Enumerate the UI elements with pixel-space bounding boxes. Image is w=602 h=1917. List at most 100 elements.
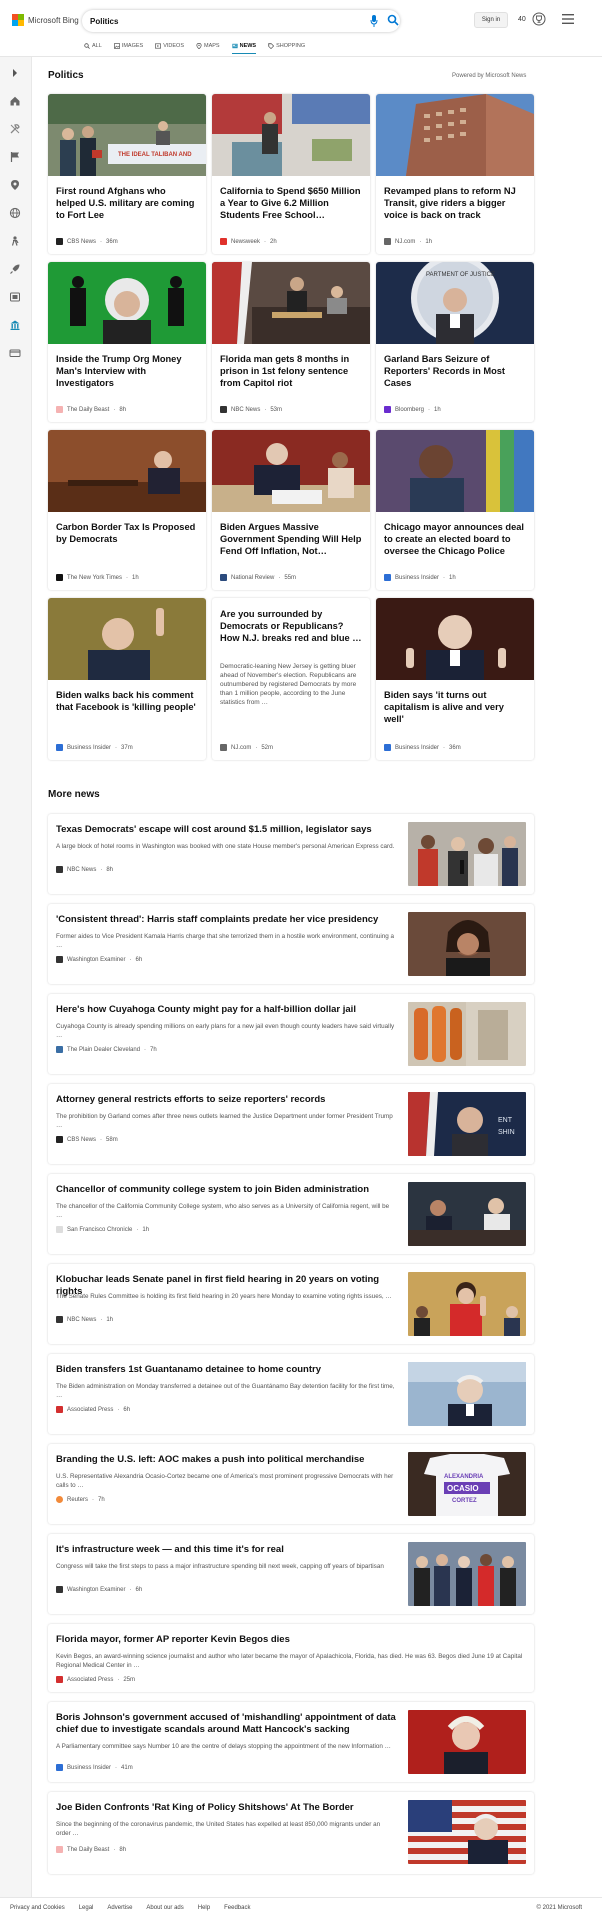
news-snippet: Kevin Begos, an award-winning science jo… bbox=[56, 1653, 523, 1669]
news-list-item[interactable]: Chancellor of community college system t… bbox=[48, 1174, 534, 1254]
source-name: NBC News bbox=[67, 1316, 97, 1323]
tab-videos[interactable]: VIDEOS bbox=[155, 40, 184, 52]
news-card[interactable]: California to Spend $650 Million a Year … bbox=[212, 94, 370, 254]
source-name: Newsweek bbox=[231, 238, 261, 245]
news-title[interactable]: Florida mayor, former AP reporter Kevin … bbox=[56, 1634, 526, 1646]
footer-link-help[interactable]: Help bbox=[198, 1905, 210, 1911]
flag-icon[interactable] bbox=[9, 151, 21, 163]
news-title[interactable]: Texas Democrats' escape will cost around… bbox=[56, 824, 396, 836]
search-icon[interactable] bbox=[387, 14, 399, 26]
politics-capitol-icon[interactable] bbox=[9, 319, 21, 331]
news-title[interactable]: Chancellor of community college system t… bbox=[56, 1184, 396, 1196]
news-thumbnail bbox=[408, 1362, 526, 1426]
bing-logo[interactable]: Microsoft Bing bbox=[12, 14, 79, 26]
reuters-logo-icon bbox=[56, 1496, 63, 1503]
news-card[interactable]: Are you surrounded by Democrats or Repub… bbox=[212, 598, 370, 760]
powered-by-label[interactable]: Powered by Microsoft News bbox=[452, 73, 526, 79]
page-footer: Privacy and Cookies Legal Advertise Abou… bbox=[0, 1897, 602, 1917]
news-title[interactable]: 'Consistent thread': Harris staff compla… bbox=[56, 914, 396, 926]
footer-link-feedback[interactable]: Feedback bbox=[224, 1905, 250, 1911]
source-time: 2h bbox=[270, 238, 277, 245]
svg-text:ENT: ENT bbox=[498, 1117, 513, 1124]
footer-link-legal[interactable]: Legal bbox=[79, 1905, 94, 1911]
news-title[interactable]: Attorney general restricts efforts to se… bbox=[56, 1094, 396, 1106]
source-name: Bloomberg bbox=[395, 406, 425, 413]
hamburger-menu-icon[interactable] bbox=[562, 14, 574, 24]
globe-icon[interactable] bbox=[9, 207, 21, 219]
news-title[interactable]: Here's how Cuyahoga County might pay for… bbox=[56, 1004, 396, 1016]
tab-images[interactable]: IMAGES bbox=[113, 40, 143, 52]
card-title[interactable]: Biden Argues Massive Government Spending… bbox=[220, 521, 362, 557]
sports-icon[interactable] bbox=[9, 235, 21, 247]
tools-icon[interactable] bbox=[9, 123, 21, 135]
search-input[interactable] bbox=[90, 14, 360, 28]
search-box[interactable] bbox=[82, 10, 400, 32]
news-list-item[interactable]: Branding the U.S. left: AOC makes a push… bbox=[48, 1444, 534, 1524]
news-list-item[interactable]: Florida mayor, former AP reporter Kevin … bbox=[48, 1624, 534, 1692]
expand-chevron-icon[interactable] bbox=[9, 67, 21, 79]
entertainment-icon[interactable] bbox=[9, 291, 21, 303]
source-name: CBS News bbox=[67, 1136, 97, 1143]
tab-all[interactable]: ALL bbox=[84, 40, 102, 52]
sign-in-button[interactable]: Sign in bbox=[474, 12, 508, 28]
news-list-item[interactable]: Biden transfers 1st Guantanamo detainee … bbox=[48, 1354, 534, 1434]
location-pin-icon[interactable] bbox=[9, 179, 21, 191]
microphone-icon[interactable] bbox=[370, 15, 378, 27]
news-card[interactable]: Carbon Border Tax Is Proposed by Democra… bbox=[48, 430, 206, 590]
news-list-item[interactable]: It's infrastructure week — and this time… bbox=[48, 1534, 534, 1614]
news-title[interactable]: Boris Johnson's government accused of 'm… bbox=[56, 1712, 396, 1736]
news-card[interactable]: Biden walks back his comment that Facebo… bbox=[48, 598, 206, 760]
sf-chronicle-logo-icon bbox=[56, 1226, 63, 1233]
news-list-item[interactable]: Texas Democrats' escape will cost around… bbox=[48, 814, 534, 894]
card-title[interactable]: Inside the Trump Org Money Man's Intervi… bbox=[56, 353, 198, 389]
svg-text:CORTEZ: CORTEZ bbox=[452, 1498, 477, 1504]
news-title[interactable]: Joe Biden Confronts 'Rat King of Policy … bbox=[56, 1802, 396, 1814]
footer-link-about-ads[interactable]: About our ads bbox=[146, 1905, 183, 1911]
money-card-icon[interactable] bbox=[9, 347, 21, 359]
card-title[interactable]: Garland Bars Seizure of Reporters' Recor… bbox=[384, 353, 526, 389]
rewards-trophy-icon[interactable] bbox=[532, 12, 546, 26]
footer-link-privacy[interactable]: Privacy and Cookies bbox=[10, 1905, 65, 1911]
card-title[interactable]: Biden walks back his comment that Facebo… bbox=[56, 689, 198, 713]
associated-press-logo-icon bbox=[56, 1676, 63, 1683]
tab-maps[interactable]: MAPS bbox=[196, 40, 220, 52]
news-title[interactable]: Branding the U.S. left: AOC makes a push… bbox=[56, 1454, 396, 1466]
tab-shopping[interactable]: SHOPPING bbox=[268, 40, 305, 52]
card-title[interactable]: Chicago mayor announces deal to create a… bbox=[384, 521, 526, 557]
card-title[interactable]: Are you surrounded by Democrats or Repub… bbox=[220, 608, 362, 644]
news-title[interactable]: Biden transfers 1st Guantanamo detainee … bbox=[56, 1364, 396, 1376]
news-card[interactable]: Chicago mayor announces deal to create a… bbox=[376, 430, 534, 590]
news-title[interactable]: It's infrastructure week — and this time… bbox=[56, 1544, 396, 1556]
card-title[interactable]: Carbon Border Tax Is Proposed by Democra… bbox=[56, 521, 198, 545]
card-title[interactable]: Florida man gets 8 months in prison in 1… bbox=[220, 353, 362, 389]
news-list-item[interactable]: 'Consistent thread': Harris staff compla… bbox=[48, 904, 534, 984]
news-list-item[interactable]: Attorney general restricts efforts to se… bbox=[48, 1084, 534, 1164]
card-title[interactable]: Biden says 'it turns out capitalism is a… bbox=[384, 689, 526, 725]
rewards-points[interactable]: 40 bbox=[518, 16, 526, 23]
news-card[interactable]: PARTMENT OF JUSTICE Garland Bars Seizure… bbox=[376, 262, 534, 422]
news-card[interactable]: THE IDEAL TALIBAN AND First round Afghan… bbox=[48, 94, 206, 254]
rocket-icon[interactable] bbox=[9, 263, 21, 275]
home-icon[interactable] bbox=[9, 95, 21, 107]
card-image bbox=[376, 430, 534, 512]
news-list-item[interactable]: Joe Biden Confronts 'Rat King of Policy … bbox=[48, 1792, 534, 1874]
nj-com-logo-icon bbox=[384, 238, 391, 245]
source-time: 8h bbox=[106, 866, 114, 873]
news-card[interactable]: Biden Argues Massive Government Spending… bbox=[212, 430, 370, 590]
card-title[interactable]: First round Afghans who helped U.S. mili… bbox=[56, 185, 198, 221]
news-card[interactable]: Biden says 'it turns out capitalism is a… bbox=[376, 598, 534, 760]
news-thumbnail bbox=[408, 1002, 526, 1066]
news-list-item[interactable]: Here's how Cuyahoga County might pay for… bbox=[48, 994, 534, 1074]
footer-link-advertise[interactable]: Advertise bbox=[107, 1905, 132, 1911]
source-name: The Plain Dealer Cleveland bbox=[67, 1046, 141, 1053]
news-card[interactable]: Inside the Trump Org Money Man's Intervi… bbox=[48, 262, 206, 422]
news-card[interactable]: Florida man gets 8 months in prison in 1… bbox=[212, 262, 370, 422]
news-list-item[interactable]: Klobuchar leads Senate panel in first fi… bbox=[48, 1264, 534, 1344]
news-thumbnail bbox=[408, 912, 526, 976]
tab-news[interactable]: NEWS bbox=[231, 40, 256, 54]
news-list-item[interactable]: Boris Johnson's government accused of 'm… bbox=[48, 1702, 534, 1782]
card-title[interactable]: California to Spend $650 Million a Year … bbox=[220, 185, 362, 221]
news-card[interactable]: Revamped plans to reform NJ Transit, giv… bbox=[376, 94, 534, 254]
card-title[interactable]: Revamped plans to reform NJ Transit, giv… bbox=[384, 185, 526, 221]
card-source: NBC News · 53m bbox=[220, 406, 282, 413]
